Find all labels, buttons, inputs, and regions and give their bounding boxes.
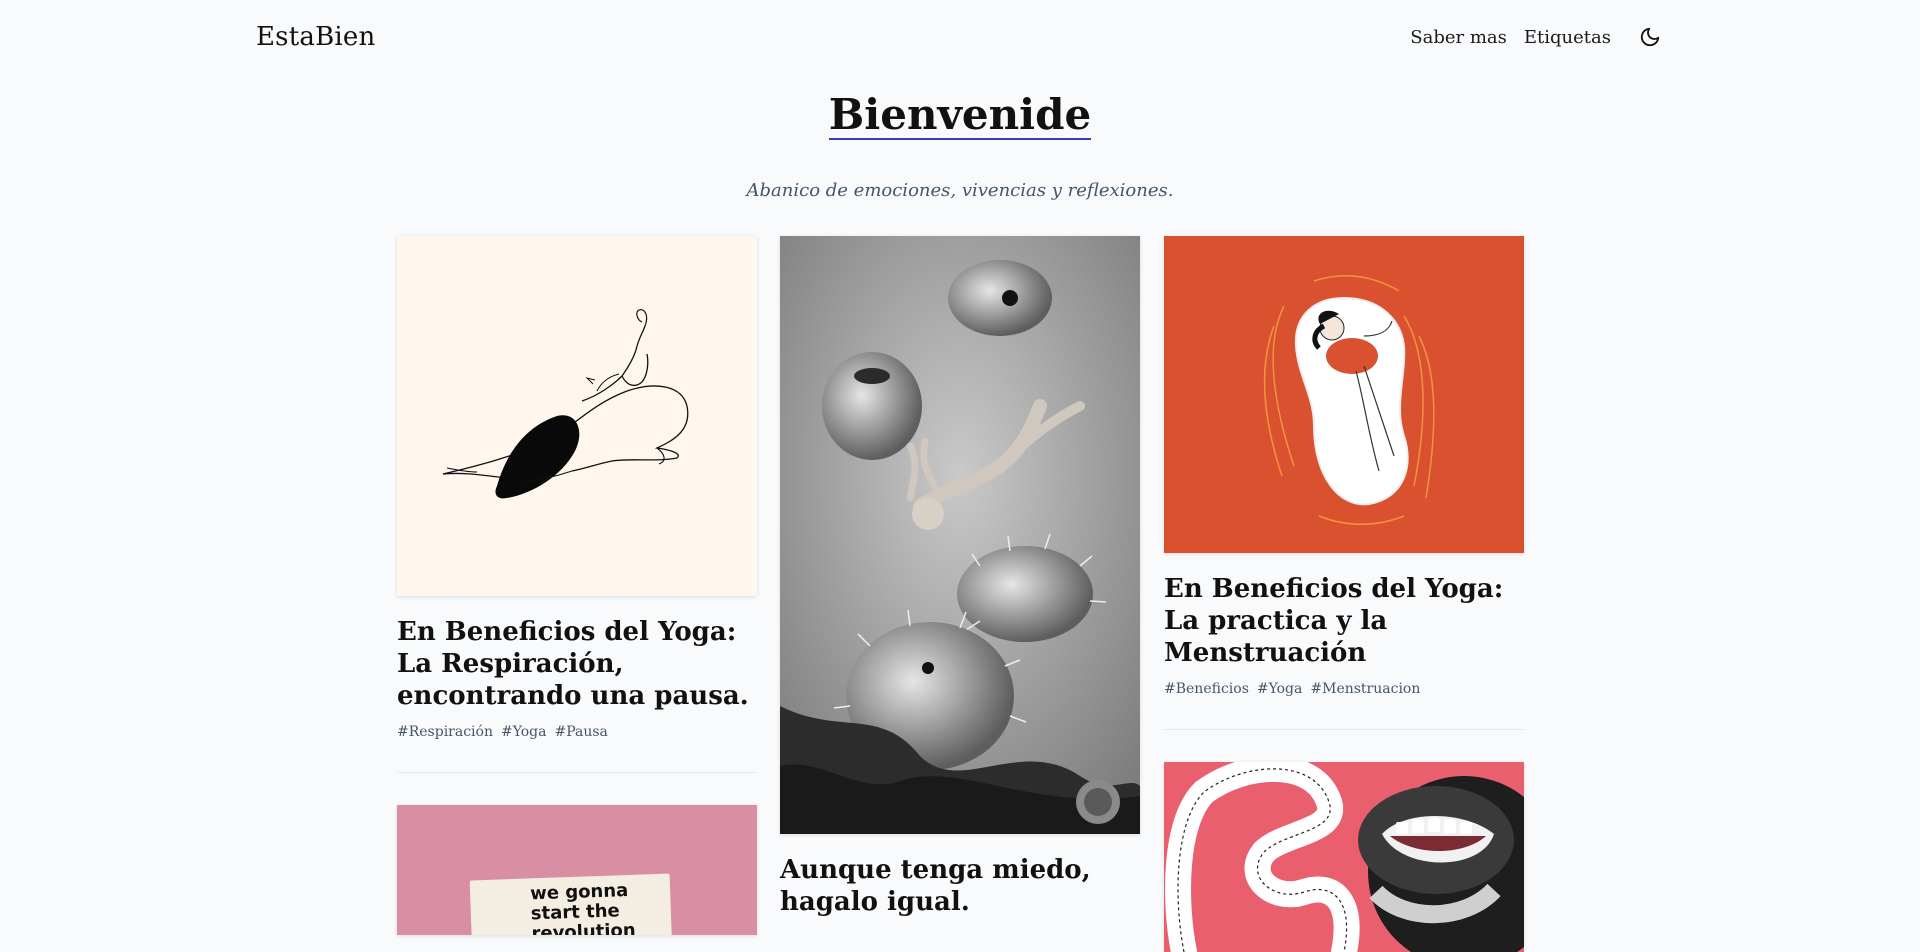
page-title[interactable]: Bienvenide	[828, 91, 1092, 141]
post-tags: #Respiración #Yoga #Pausa	[397, 724, 757, 740]
blahblah-mouth-illustration	[1165, 762, 1524, 952]
tag-yoga[interactable]: #Yoga	[1257, 681, 1303, 697]
tag-pausa[interactable]: #Pausa	[554, 724, 607, 740]
nav-saber-mas[interactable]: Saber mas	[1410, 27, 1507, 48]
post-image-woman-floating[interactable]	[1164, 236, 1524, 553]
nav-etiquetas[interactable]: Etiquetas	[1524, 27, 1611, 48]
posts-column-3: En Beneficios del Yoga: La practica y la…	[1164, 236, 1524, 952]
theme-toggle-button[interactable]	[1636, 23, 1664, 51]
woman-floating-illustration	[1263, 275, 1435, 525]
post-title[interactable]: En Beneficios del Yoga: La practica y la…	[1164, 573, 1524, 669]
post-title[interactable]: Aunque tenga miedo, hagalo igual.	[780, 854, 1140, 918]
torn-paper-text: we gonna start the revolution	[529, 879, 636, 935]
tag-beneficios[interactable]: #Beneficios	[1164, 681, 1249, 697]
hero: Bienvenide	[0, 91, 1920, 141]
swimmer-pufferfish-collage	[780, 236, 1140, 834]
post-divider	[397, 772, 757, 773]
torn-paper-note: we gonna start the revolution	[469, 873, 673, 935]
site-logo[interactable]: EstaBien	[256, 22, 375, 52]
site-header: EstaBien Saber mas Etiquetas	[256, 0, 1664, 74]
post-title[interactable]: En Beneficios del Yoga: La Respiración, …	[397, 616, 757, 712]
main-nav: Saber mas Etiquetas	[1410, 23, 1664, 51]
tag-menstruacion[interactable]: #Menstruacion	[1310, 681, 1420, 697]
post-image-swimmer-collage[interactable]	[780, 236, 1140, 834]
post-divider	[1164, 729, 1524, 730]
moon-icon	[1640, 27, 1660, 47]
posts-column-1: En Beneficios del Yoga: La Respiración, …	[397, 236, 757, 935]
posts-column-2: Aunque tenga miedo, hagalo igual.	[780, 236, 1140, 918]
post-image-blahblah-collage[interactable]	[1164, 762, 1524, 952]
post-card-revolution[interactable]: we gonna start the revolution	[397, 805, 757, 935]
post-tags: #Beneficios #Yoga #Menstruacion	[1164, 681, 1524, 697]
post-card-blahblah[interactable]	[1164, 762, 1524, 952]
tag-yoga[interactable]: #Yoga	[501, 724, 547, 740]
tag-respiracion[interactable]: #Respiración	[397, 724, 493, 740]
post-image-yoga-drawing[interactable]	[397, 236, 757, 596]
post-card-menstruacion[interactable]: En Beneficios del Yoga: La practica y la…	[1164, 236, 1524, 669]
post-card-miedo[interactable]: Aunque tenga miedo, hagalo igual.	[780, 236, 1140, 918]
post-image-revolution-collage[interactable]: we gonna start the revolution	[397, 805, 757, 935]
post-card-yoga-respiracion[interactable]: En Beneficios del Yoga: La Respiración, …	[397, 236, 757, 712]
page-subtitle: Abanico de emociones, vivencias y reflex…	[746, 180, 1174, 201]
yoga-drawing-illustration	[442, 309, 689, 499]
